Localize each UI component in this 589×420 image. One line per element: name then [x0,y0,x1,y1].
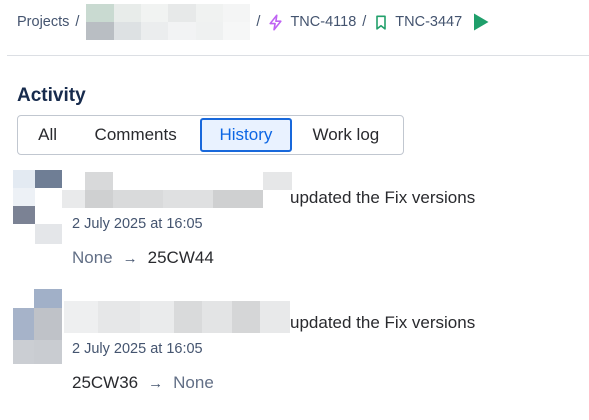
breadcrumb-parent-issue-link[interactable]: TNC-4118 [267,13,357,31]
user-avatar-redacted[interactable] [13,289,62,364]
breadcrumb-separator: / [256,14,261,30]
tab-history[interactable]: History [200,118,292,152]
user-name-redacted[interactable] [62,172,292,208]
header-divider [7,55,589,56]
history-change: 25CW36 → None [72,373,214,393]
breadcrumb: Projects / / TNC-4118 / TNC-3447 [17,4,490,40]
play-icon[interactable] [472,12,490,32]
lightning-icon [267,13,284,31]
old-value: 25CW36 [72,373,139,392]
user-name-redacted[interactable] [64,301,290,333]
project-avatar-redacted[interactable] [86,4,251,40]
issue-key: TNC-3447 [395,14,463,30]
breadcrumb-separator: / [362,14,367,30]
parent-issue-key: TNC-4118 [290,14,357,30]
breadcrumb-issue-link[interactable]: TNC-3447 [373,14,462,31]
history-timestamp[interactable]: 2 July 2025 at 16:05 [72,341,203,357]
arrow-right-icon: → [148,374,164,392]
issue-activity-panel: Projects / / TNC-4118 / TNC-3447 Activit… [0,0,589,420]
activity-title: Activity [17,85,86,106]
new-value: 25CW44 [147,248,214,267]
breadcrumb-separator: / [75,14,80,30]
tab-all[interactable]: All [21,118,74,152]
history-item: updated the Fix versions 2 July 2025 at … [0,289,589,399]
history-change: None → 25CW44 [72,248,214,268]
history-item: updated the Fix versions 2 July 2025 at … [0,170,589,275]
history-timestamp[interactable]: 2 July 2025 at 16:05 [72,216,203,232]
history-action: updated the Fix versions [290,188,476,207]
activity-tabs: All Comments History Work log [17,115,404,155]
tab-comments[interactable]: Comments [74,118,197,152]
history-action: updated the Fix versions [290,313,476,332]
old-value: None [72,248,113,267]
tab-work-log[interactable]: Work log [292,118,400,152]
breadcrumb-projects-link[interactable]: Projects [17,14,69,30]
new-value: None [173,373,214,392]
user-avatar-redacted[interactable] [13,170,62,244]
bookmark-icon [373,14,389,31]
arrow-right-icon: → [122,249,138,267]
